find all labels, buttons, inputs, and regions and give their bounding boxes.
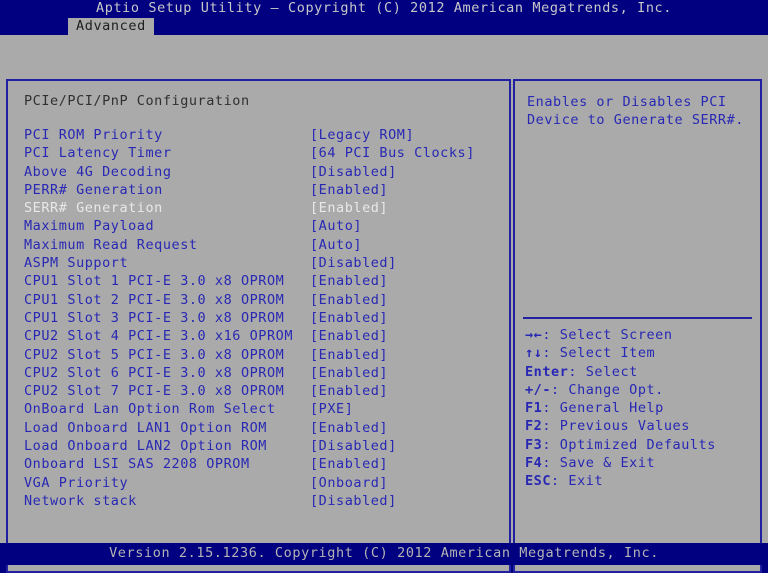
option-label: Load Onboard LAN1 Option ROM xyxy=(24,419,267,436)
option-label: SERR# Generation xyxy=(24,200,163,217)
header-bar: Aptio Setup Utility – Copyright (C) 2012… xyxy=(0,0,768,35)
option-row[interactable]: CPU1 Slot 1 PCI-E 3.0 x8 OPROM [Enabled] xyxy=(8,275,509,293)
option-row[interactable]: OnBoard Lan Option Rom Select [PXE] xyxy=(8,403,509,421)
key-glyph: →← xyxy=(525,327,543,343)
option-label: VGA Priority xyxy=(24,474,129,491)
option-value[interactable]: [Disabled] xyxy=(310,165,397,180)
option-value[interactable]: [Onboard] xyxy=(310,476,388,491)
option-value[interactable]: [Enabled] xyxy=(310,293,388,308)
option-value[interactable]: [64 PCI Bus Clocks] xyxy=(310,147,475,161)
page-title: PCIe/PCI/PnP Configuration xyxy=(24,93,250,109)
option-label: CPU2 Slot 5 PCI-E 3.0 x8 OPROM xyxy=(24,346,285,363)
option-value[interactable]: [Enabled] xyxy=(310,311,388,326)
option-label: Maximum Read Request xyxy=(24,236,198,253)
key-action-label: : Change Opt. xyxy=(551,381,664,398)
key-action-label: : Select xyxy=(568,363,638,380)
option-label: CPU1 Slot 3 PCI-E 3.0 x8 OPROM xyxy=(24,309,285,326)
option-row[interactable]: PCI Latency Timer [64 PCI Bus Clocks] xyxy=(8,147,509,165)
footer-bar: Version 2.15.1236. Copyright (C) 2012 Am… xyxy=(0,543,768,565)
tab-advanced[interactable]: Advanced xyxy=(68,18,154,35)
help-panel: Enables or Disables PCI Device to Genera… xyxy=(513,79,762,573)
option-label: ASPM Support xyxy=(24,255,129,272)
option-value[interactable]: [Enabled] xyxy=(310,183,388,198)
option-value[interactable]: [Auto] xyxy=(310,220,362,234)
option-value[interactable]: [Disabled] xyxy=(310,494,397,509)
option-label: CPU1 Slot 1 PCI-E 3.0 x8 OPROM xyxy=(24,273,285,290)
version-text: Version 2.15.1236. Copyright (C) 2012 Am… xyxy=(109,545,659,561)
option-value[interactable]: [Enabled] xyxy=(310,202,388,216)
app-title: Aptio Setup Utility – Copyright (C) 2012… xyxy=(95,0,673,16)
option-label: CPU1 Slot 2 PCI-E 3.0 x8 OPROM xyxy=(24,291,285,308)
option-label: Maximum Payload xyxy=(24,218,155,235)
key-action-label: : Select Item xyxy=(542,345,656,362)
option-row[interactable]: Network stack [Disabled] xyxy=(8,492,509,513)
option-value[interactable]: [Auto] xyxy=(310,238,362,253)
option-value[interactable]: [Legacy ROM] xyxy=(310,128,414,143)
key-action-label: : Save & Exit xyxy=(542,455,656,472)
key-glyph: F4 xyxy=(525,455,543,472)
key-glyph: ESC xyxy=(525,473,552,490)
option-label: Above 4G Decoding xyxy=(24,163,172,180)
key-glyph: +/- xyxy=(525,381,552,398)
option-value[interactable]: [Disabled] xyxy=(310,440,397,454)
key-action-label: : Select Screen xyxy=(542,327,673,343)
option-label: PERR# Generation xyxy=(24,181,163,198)
option-value[interactable]: [Enabled] xyxy=(310,385,388,399)
option-value[interactable]: [Enabled] xyxy=(310,275,388,289)
option-list: PCI ROM Priority [Legacy ROM] PCI Latency … xyxy=(8,127,509,513)
key-action-label: : Previous Values xyxy=(542,418,690,435)
option-label: PCI Latency Timer xyxy=(24,145,172,162)
option-value[interactable]: [Enabled] xyxy=(310,458,388,472)
option-row[interactable]: Onboard LSI SAS 2208 OPROM [Enabled] xyxy=(8,458,509,476)
key-action-label: : General Help xyxy=(542,400,664,417)
help-divider xyxy=(523,317,752,319)
key-action-label: : Exit xyxy=(551,473,604,490)
key-glyph: F2 xyxy=(525,418,543,435)
option-label: OnBoard Lan Option Rom Select xyxy=(24,401,276,418)
option-label: CPU2 Slot 7 PCI-E 3.0 x8 OPROM xyxy=(24,383,285,400)
option-label: Onboard LSI SAS 2208 OPROM xyxy=(24,456,250,473)
tab-strip: Advanced xyxy=(0,18,768,35)
bios-setup-screen: Aptio Setup Utility – Copyright (C) 2012… xyxy=(0,0,768,573)
option-value[interactable]: [PXE] xyxy=(310,403,353,417)
key-action-label: : Optimized Defaults xyxy=(542,436,716,453)
body-area: PCIe/PCI/PnP Configuration PCI ROM Prior… xyxy=(0,35,768,573)
option-value[interactable]: [Enabled] xyxy=(310,421,388,436)
option-label: Load Onboard LAN2 Option ROM xyxy=(24,438,267,455)
option-label: PCI ROM Priority xyxy=(24,127,163,143)
option-value[interactable]: [Enabled] xyxy=(310,348,388,363)
option-label: CPU2 Slot 6 PCI-E 3.0 x8 OPROM xyxy=(24,364,285,381)
key-glyph: F3 xyxy=(525,436,543,453)
option-value[interactable]: [Enabled] xyxy=(310,366,388,381)
key-legend: →←: Select Screen ↑↓: Select Item Enter: S… xyxy=(525,327,757,494)
help-description: Enables or Disables PCI Device to Genera… xyxy=(527,94,744,129)
key-legend-row: ESC: Exit xyxy=(525,475,757,493)
option-label: CPU2 Slot 4 PCI-E 3.0 x16 OPROM xyxy=(24,328,294,345)
option-value[interactable]: [Disabled] xyxy=(310,257,397,271)
option-value[interactable]: [Enabled] xyxy=(310,330,388,344)
key-glyph: F1 xyxy=(525,400,543,417)
key-glyph: ↑↓ xyxy=(525,345,543,362)
option-label: Network stack xyxy=(24,492,137,509)
configuration-panel: PCIe/PCI/PnP Configuration PCI ROM Prior… xyxy=(6,79,511,573)
key-glyph: Enter xyxy=(525,363,569,380)
option-row[interactable]: CPU2 Slot 4 PCI-E 3.0 x16 OPROM [Enabled] xyxy=(8,330,509,348)
